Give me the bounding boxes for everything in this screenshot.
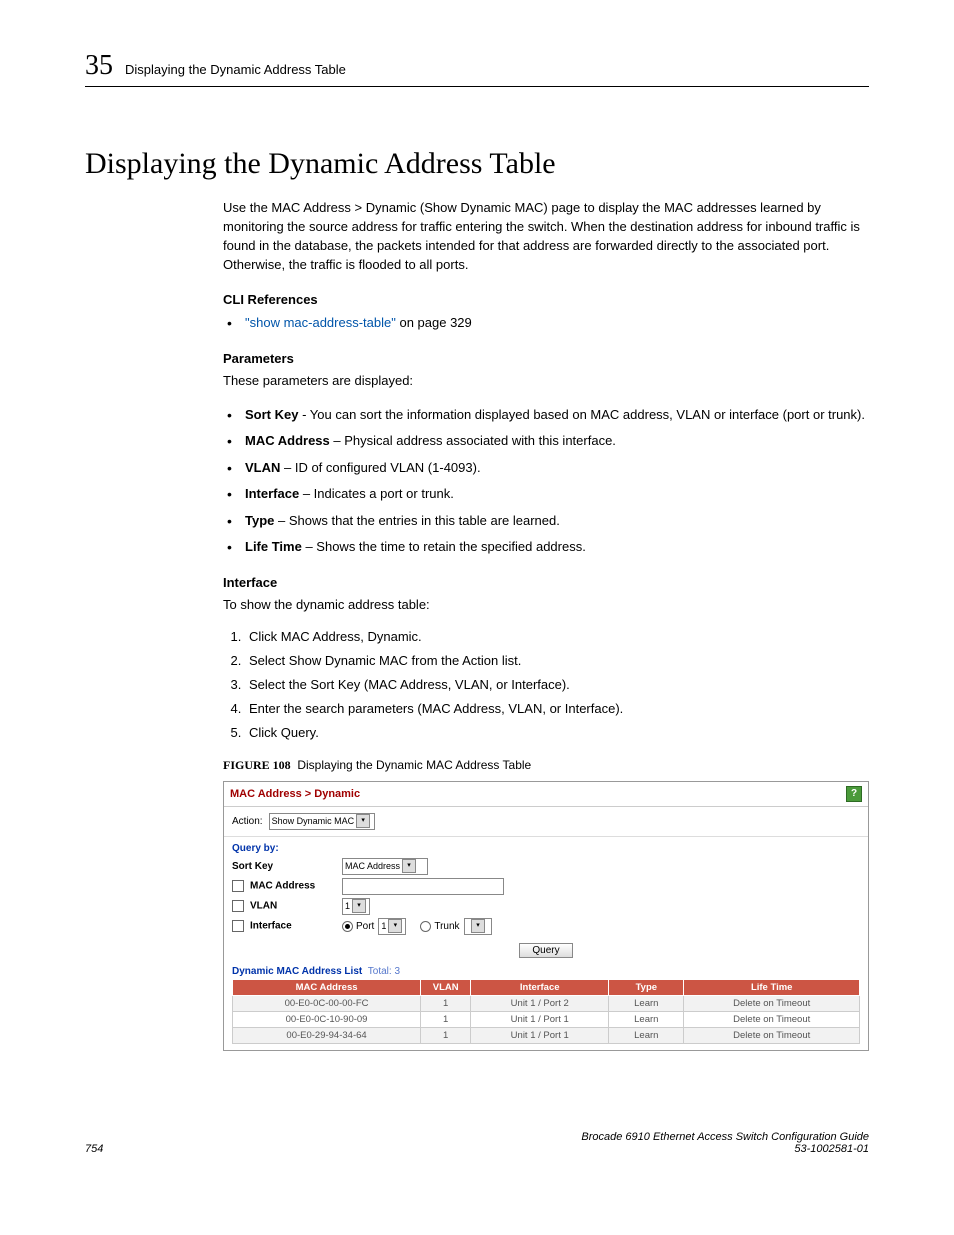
interface-label: Interface [250, 921, 292, 932]
sort-key-dropdown[interactable]: MAC Address▾ [342, 858, 428, 875]
intro-paragraph: Use the MAC Address > Dynamic (Show Dyna… [223, 199, 869, 274]
param-item: Life Time – Shows the time to retain the… [223, 537, 869, 557]
parameters-list: Sort Key - You can sort the information … [223, 405, 869, 557]
footer-docnum: 53-1002581-01 [794, 1143, 869, 1155]
chevron-down-icon: ▾ [388, 919, 402, 933]
step-item: Click Query. [245, 725, 869, 740]
chapter-title: Displaying the Dynamic Address Table [125, 62, 346, 77]
chevron-down-icon: ▾ [356, 814, 370, 828]
action-dropdown[interactable]: Show Dynamic MAC▾ [269, 813, 375, 830]
step-item: Click MAC Address, Dynamic. [245, 629, 869, 644]
chevron-down-icon: ▾ [352, 899, 366, 913]
help-icon[interactable]: ? [846, 786, 862, 802]
col-type: Type [609, 979, 684, 995]
param-item: Interface – Indicates a port or trunk. [223, 484, 869, 504]
footer-title: Brocade 6910 Ethernet Access Switch Conf… [581, 1131, 869, 1143]
cli-references-heading: CLI References [223, 292, 869, 307]
parameters-intro: These parameters are displayed: [223, 372, 869, 391]
page-title: Displaying the Dynamic Address Table [85, 147, 869, 181]
cli-reference-item: "show mac-address-table" on page 329 [223, 313, 869, 333]
col-mac: MAC Address [233, 979, 421, 995]
query-by-label: Query by: [232, 843, 860, 854]
chapter-number: 35 [85, 50, 113, 82]
table-row: 00-E0-29-94-34-641Unit 1 / Port 1LearnDe… [233, 1027, 860, 1043]
steps-list: Click MAC Address, Dynamic. Select Show … [223, 629, 869, 740]
param-item: Type – Shows that the entries in this ta… [223, 511, 869, 531]
parameters-heading: Parameters [223, 351, 869, 366]
trunk-dropdown[interactable]: ▾ [464, 918, 492, 935]
action-row: Action: Show Dynamic MAC▾ [232, 813, 860, 830]
screenshot-panel: MAC Address > Dynamic ? Action: Show Dyn… [223, 781, 869, 1051]
trunk-label: Trunk [434, 921, 459, 932]
param-item: VLAN – ID of configured VLAN (1-4093). [223, 458, 869, 478]
mac-checkbox[interactable] [232, 880, 244, 892]
query-button[interactable]: Query [519, 943, 572, 958]
list-title: Dynamic MAC Address List [232, 966, 362, 977]
breadcrumb: MAC Address > Dynamic [230, 788, 360, 800]
action-label: Action: [232, 816, 263, 827]
total-value: 3 [394, 966, 400, 977]
vlan-checkbox[interactable] [232, 900, 244, 912]
chevron-down-icon: ▾ [471, 919, 485, 933]
port-radio[interactable] [342, 921, 353, 932]
mac-input[interactable] [342, 878, 504, 895]
sort-key-label: Sort Key [232, 861, 342, 872]
interface-checkbox[interactable] [232, 920, 244, 932]
cli-references-list: "show mac-address-table" on page 329 [223, 313, 869, 333]
page-number: 754 [85, 1143, 103, 1155]
screenshot-titlebar: MAC Address > Dynamic ? [224, 782, 868, 807]
table-row: 00-E0-0C-00-00-FC1Unit 1 / Port 2LearnDe… [233, 995, 860, 1011]
port-label: Port [356, 921, 374, 932]
step-item: Select Show Dynamic MAC from the Action … [245, 653, 869, 668]
table-header-row: MAC Address VLAN Interface Type Life Tim… [233, 979, 860, 995]
mac-label: MAC Address [250, 881, 315, 892]
mac-table: MAC Address VLAN Interface Type Life Tim… [232, 979, 860, 1044]
interface-intro: To show the dynamic address table: [223, 596, 869, 615]
param-item: MAC Address – Physical address associate… [223, 431, 869, 451]
cli-reference-suffix: on page 329 [396, 315, 472, 330]
running-header: 35 Displaying the Dynamic Address Table [85, 50, 869, 87]
step-item: Enter the search parameters (MAC Address… [245, 701, 869, 716]
chevron-down-icon: ▾ [402, 859, 416, 873]
param-item: Sort Key - You can sort the information … [223, 405, 869, 425]
cli-reference-link[interactable]: "show mac-address-table" [245, 315, 396, 330]
interface-heading: Interface [223, 575, 869, 590]
step-item: Select the Sort Key (MAC Address, VLAN, … [245, 677, 869, 692]
col-interface: Interface [471, 979, 609, 995]
port-dropdown[interactable]: 1▾ [378, 918, 406, 935]
col-vlan: VLAN [421, 979, 471, 995]
vlan-dropdown[interactable]: 1▾ [342, 898, 370, 915]
figure-caption: FIGURE 108 Displaying the Dynamic MAC Ad… [223, 758, 869, 773]
col-lifetime: Life Time [684, 979, 860, 995]
trunk-radio[interactable] [420, 921, 431, 932]
table-row: 00-E0-0C-10-90-091Unit 1 / Port 1LearnDe… [233, 1011, 860, 1027]
vlan-label: VLAN [250, 901, 277, 912]
page-footer: 754 Brocade 6910 Ethernet Access Switch … [85, 1131, 869, 1155]
total-label: Total: [368, 966, 392, 977]
